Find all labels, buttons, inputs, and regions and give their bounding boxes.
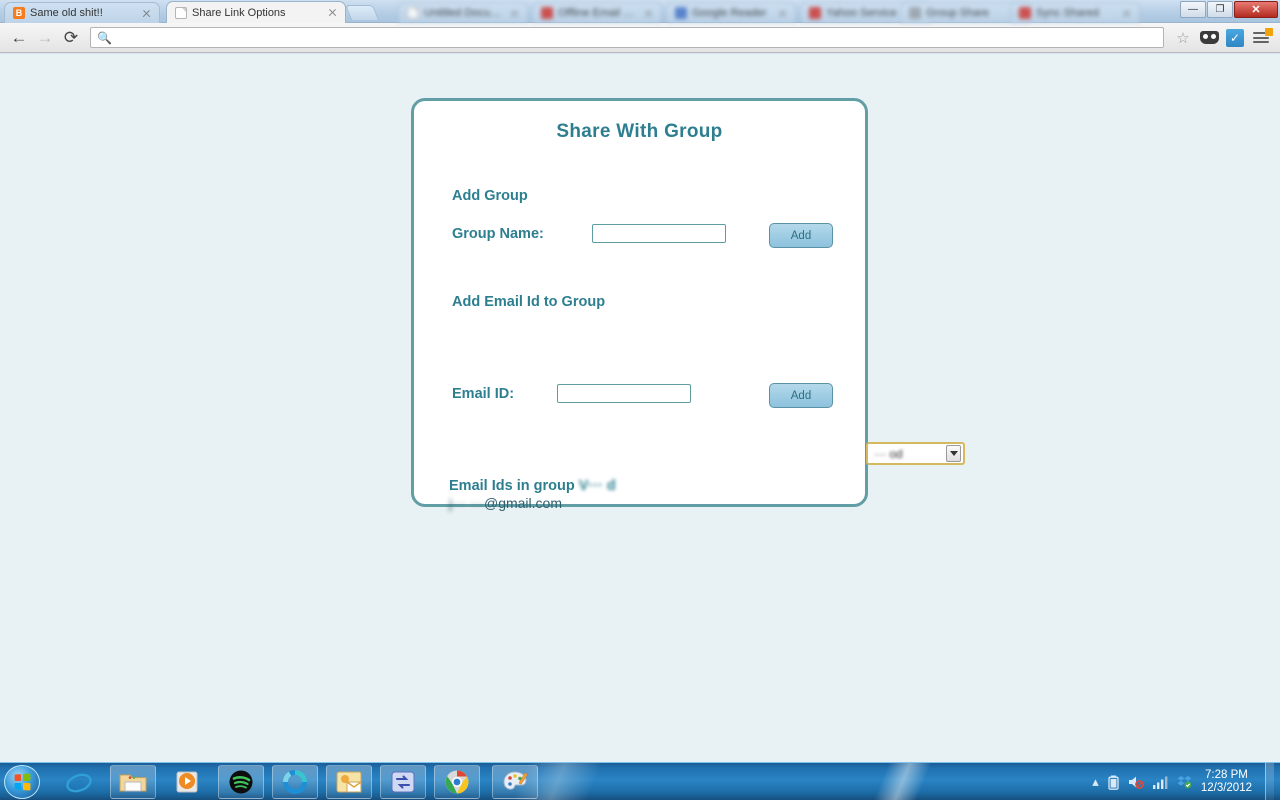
tab-label: Untitled Document (424, 7, 502, 19)
page-title: Share With Group (556, 121, 723, 142)
taskbar-item-internet-explorer[interactable]: e (56, 765, 102, 799)
tab-close-icon[interactable] (1120, 7, 1133, 20)
red-app-icon (541, 7, 553, 19)
page-viewport: Share With Group Add Group Group Name: A… (0, 54, 1280, 762)
tab-label: Share Link Options (192, 6, 286, 19)
maximize-button[interactable]: ❐ (1207, 1, 1233, 18)
reload-icon[interactable]: ⟳ (58, 25, 84, 51)
spotify-icon (229, 770, 253, 794)
minimize-button[interactable]: — (1180, 1, 1206, 18)
windows-taskbar: e ▴ 7:28 PM 12/3/2012 (0, 762, 1280, 800)
tab-close-icon[interactable] (326, 6, 339, 19)
browser-toolbar: ← → ⟳ 🔍 ☆ ✓ (0, 23, 1280, 53)
document-icon (175, 6, 187, 19)
close-button[interactable]: ✕ (1234, 1, 1278, 18)
taskbar-item-media-player[interactable] (164, 765, 210, 799)
gray-app-icon (909, 7, 921, 19)
add-email-heading: Add Email Id to Group (452, 294, 606, 310)
paint-icon (503, 771, 528, 790)
chevron-down-icon[interactable] (946, 445, 961, 462)
tab-label: Same old shit!! (30, 7, 103, 19)
tab-close-icon[interactable] (642, 7, 655, 20)
system-tray: ▴ 7:28 PM 12/3/2012 (1092, 763, 1274, 800)
tab-background-5[interactable]: Google Reader (666, 2, 796, 23)
forward-arrow-icon[interactable]: → (32, 25, 58, 51)
ring-app-icon (283, 770, 307, 794)
tab-close-icon[interactable] (776, 7, 789, 20)
group-members-prefix: Email Ids in group (449, 478, 579, 494)
share-with-group-card: Share With Group Add Group Group Name: A… (411, 98, 965, 507)
show-desktop-button[interactable] (1265, 763, 1274, 800)
tab-background-3[interactable]: Untitled Document (398, 2, 528, 23)
red-app-icon (1019, 7, 1031, 19)
add-email-button[interactable]: Add (769, 383, 833, 408)
red-app-icon (809, 7, 821, 19)
clock-time: 7:28 PM (1205, 769, 1248, 781)
group-member-email: j··· ···@gmail.com (449, 495, 562, 511)
email-id-label: Email ID: (452, 386, 515, 402)
group-members-heading: Email Ids in group V··· d (449, 478, 616, 494)
taskbar-item-spotify[interactable] (218, 765, 264, 799)
contacts-mail-icon (336, 771, 362, 793)
window-controls: — ❐ ✕ (1180, 1, 1278, 18)
svg-text:e: e (75, 773, 83, 794)
add-group-button[interactable]: Add (769, 223, 833, 248)
back-arrow-icon[interactable]: ← (6, 25, 32, 51)
blogger-icon: B (13, 7, 25, 19)
add-group-heading: Add Group (452, 188, 528, 204)
tab-same-old-shit[interactable]: B Same old shit!! (4, 2, 160, 23)
internet-explorer-icon: e (66, 773, 92, 794)
member-email-domain: @gmail.com (483, 495, 562, 511)
mask-extension-icon[interactable] (1196, 26, 1222, 50)
member-email-user: j··· ··· (449, 495, 484, 511)
chrome-icon (445, 770, 469, 794)
tab-share-link-options[interactable]: Share Link Options (166, 1, 346, 23)
sync-app-icon (391, 771, 415, 793)
taskbar-item-paint[interactable] (492, 765, 538, 799)
tab-background-4[interactable]: Offline Email Reader (532, 2, 662, 23)
media-player-icon (176, 771, 198, 793)
group-select[interactable]: ··· od (866, 442, 965, 465)
reader-icon (675, 7, 687, 19)
tab-label: Google Reader (692, 7, 767, 19)
new-tab-button[interactable] (344, 5, 380, 20)
start-button[interactable] (4, 765, 40, 799)
bookmark-star-icon[interactable]: ☆ (1170, 26, 1196, 50)
browser-window: B Same old shit!! Share Link Options Unt… (0, 0, 1280, 762)
taskbar-item-windows-explorer[interactable] (110, 765, 156, 799)
tab-label: Group Share (926, 7, 989, 19)
taskbar-item-sync-app[interactable] (380, 765, 426, 799)
group-select-value: ··· od (874, 446, 903, 461)
volume-muted-icon[interactable] (1128, 775, 1144, 789)
group-name-input[interactable] (592, 224, 726, 243)
document-icon (407, 7, 419, 19)
folder-icon (119, 774, 147, 792)
taskbar-item-contacts-mail[interactable] (326, 765, 372, 799)
clock-date: 12/3/2012 (1200, 782, 1252, 794)
taskbar-item-ring-app[interactable] (272, 765, 318, 799)
tab-close-icon[interactable] (508, 7, 521, 20)
dropbox-icon[interactable] (1177, 775, 1192, 789)
tab-label: Sync Shared (1036, 7, 1099, 19)
tab-close-icon[interactable] (140, 7, 153, 20)
tab-background-8[interactable]: Sync Shared (1010, 2, 1140, 23)
taskbar-item-chrome[interactable] (434, 765, 480, 799)
windows-logo-icon (14, 773, 31, 791)
group-members-name: V··· d (578, 478, 616, 494)
hamburger-menu-icon[interactable] (1248, 26, 1274, 50)
tab-label: Yahoo Service (826, 7, 897, 19)
tab-strip: B Same old shit!! Share Link Options Unt… (0, 0, 1280, 23)
address-bar[interactable]: 🔍 (90, 27, 1164, 48)
taskbar-clock[interactable]: 7:28 PM 12/3/2012 (1201, 769, 1252, 795)
tab-label: Offline Email Reader (558, 7, 636, 19)
search-icon: 🔍 (97, 30, 112, 45)
group-name-label: Group Name: (452, 226, 544, 242)
chevron-up-icon[interactable]: ▴ (1092, 774, 1099, 790)
signal-bars-icon[interactable] (1152, 776, 1168, 789)
email-id-input[interactable] (557, 384, 691, 403)
update-badge (1265, 27, 1273, 36)
battery-icon[interactable] (1108, 775, 1119, 790)
checkmark-extension-icon[interactable]: ✓ (1222, 26, 1248, 50)
